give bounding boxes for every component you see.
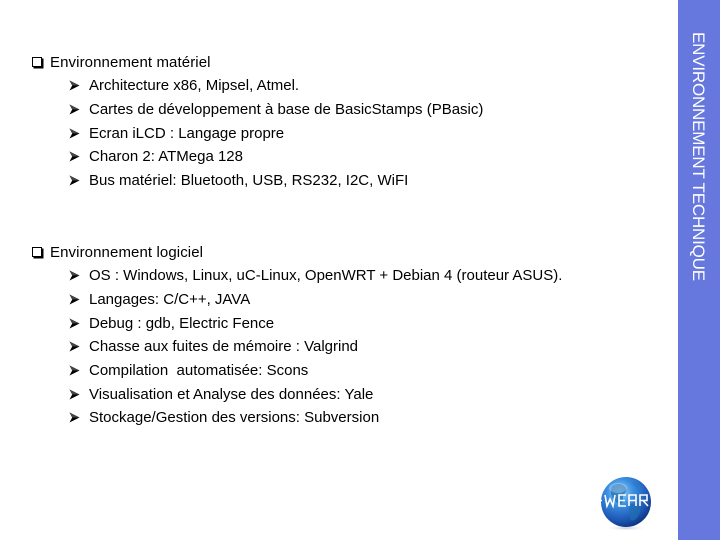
list-item: Langages: C/C++, JAVA — [32, 288, 562, 312]
list-item-text: Bus matériel: Bluetooth, USB, RS232, I2C… — [89, 172, 409, 190]
globe-logo-icon — [592, 474, 660, 532]
list-item: Architecture x86, Mipsel, Atmel. — [32, 74, 483, 98]
section-hardware-environment: Environnement matériel Architecture x86,… — [32, 50, 483, 192]
list-item: Compilation automatisée: Scons — [32, 359, 562, 383]
list-item: Visualisation et Analyse des données: Ya… — [32, 382, 562, 406]
arrow-bullet-icon — [69, 412, 80, 423]
list-item: Chasse aux fuites de mémoire : Valgrind — [32, 335, 562, 359]
list-item-text: Compilation automatisée: Scons — [89, 362, 309, 380]
side-title-bar: ENVIRONNEMENT TECHNIQUE — [678, 0, 720, 540]
list-item-text: Ecran iLCD : Langage propre — [89, 124, 285, 142]
arrow-bullet-icon — [69, 365, 80, 376]
section-heading: Environnement matériel — [32, 50, 483, 74]
list-item: Ecran iLCD : Langage propre — [32, 121, 483, 145]
list-item-text: Visualisation et Analyse des données: Ya… — [89, 385, 374, 403]
square-bullet-icon — [32, 246, 42, 257]
arrow-bullet-icon — [69, 389, 80, 400]
side-title: ENVIRONNEMENT TECHNIQUE — [689, 32, 708, 281]
list-item-text: Chasse aux fuites de mémoire : Valgrind — [89, 338, 359, 356]
list-item: Charon 2: ATMega 128 — [32, 145, 483, 169]
list-item-text: Charon 2: ATMega 128 — [89, 148, 243, 166]
slide: Environnement matériel Architecture x86,… — [0, 0, 720, 540]
arrow-bullet-icon — [69, 318, 80, 329]
section-heading-text: Environnement logiciel — [50, 243, 204, 261]
square-bullet-icon — [32, 56, 42, 67]
list-item: Bus matériel: Bluetooth, USB, RS232, I2C… — [32, 169, 483, 193]
list-item-text: Cartes de développement à base de BasicS… — [89, 101, 484, 119]
arrow-bullet-icon — [69, 341, 80, 352]
arrow-bullet-icon — [69, 270, 80, 281]
bullet-list: Architecture x86, Mipsel, Atmel. Cartes … — [32, 74, 483, 192]
arrow-bullet-icon — [69, 151, 80, 162]
section-software-environment: Environnement logiciel OS : Windows, Lin… — [32, 240, 562, 430]
list-item-text: Debug : gdb, Electric Fence — [89, 314, 275, 332]
section-heading-text: Environnement matériel — [50, 53, 211, 71]
arrow-bullet-icon — [69, 80, 80, 91]
list-item: Cartes de développement à base de BasicS… — [32, 98, 483, 122]
list-item: OS : Windows, Linux, uC-Linux, OpenWRT +… — [32, 264, 562, 288]
list-item-text: OS : Windows, Linux, uC-Linux, OpenWRT +… — [89, 267, 563, 285]
arrow-bullet-icon — [69, 104, 80, 115]
bullet-list: OS : Windows, Linux, uC-Linux, OpenWRT +… — [32, 264, 562, 430]
list-item-text: Langages: C/C++, JAVA — [89, 291, 251, 309]
arrow-bullet-icon — [69, 175, 80, 186]
arrow-bullet-icon — [69, 128, 80, 139]
list-item-text: Stockage/Gestion des versions: Subversio… — [89, 409, 380, 427]
list-item: Debug : gdb, Electric Fence — [32, 311, 562, 335]
list-item: Stockage/Gestion des versions: Subversio… — [32, 406, 562, 430]
list-item-text: Architecture x86, Mipsel, Atmel. — [89, 77, 300, 95]
arrow-bullet-icon — [69, 294, 80, 305]
section-heading: Environnement logiciel — [32, 240, 562, 264]
